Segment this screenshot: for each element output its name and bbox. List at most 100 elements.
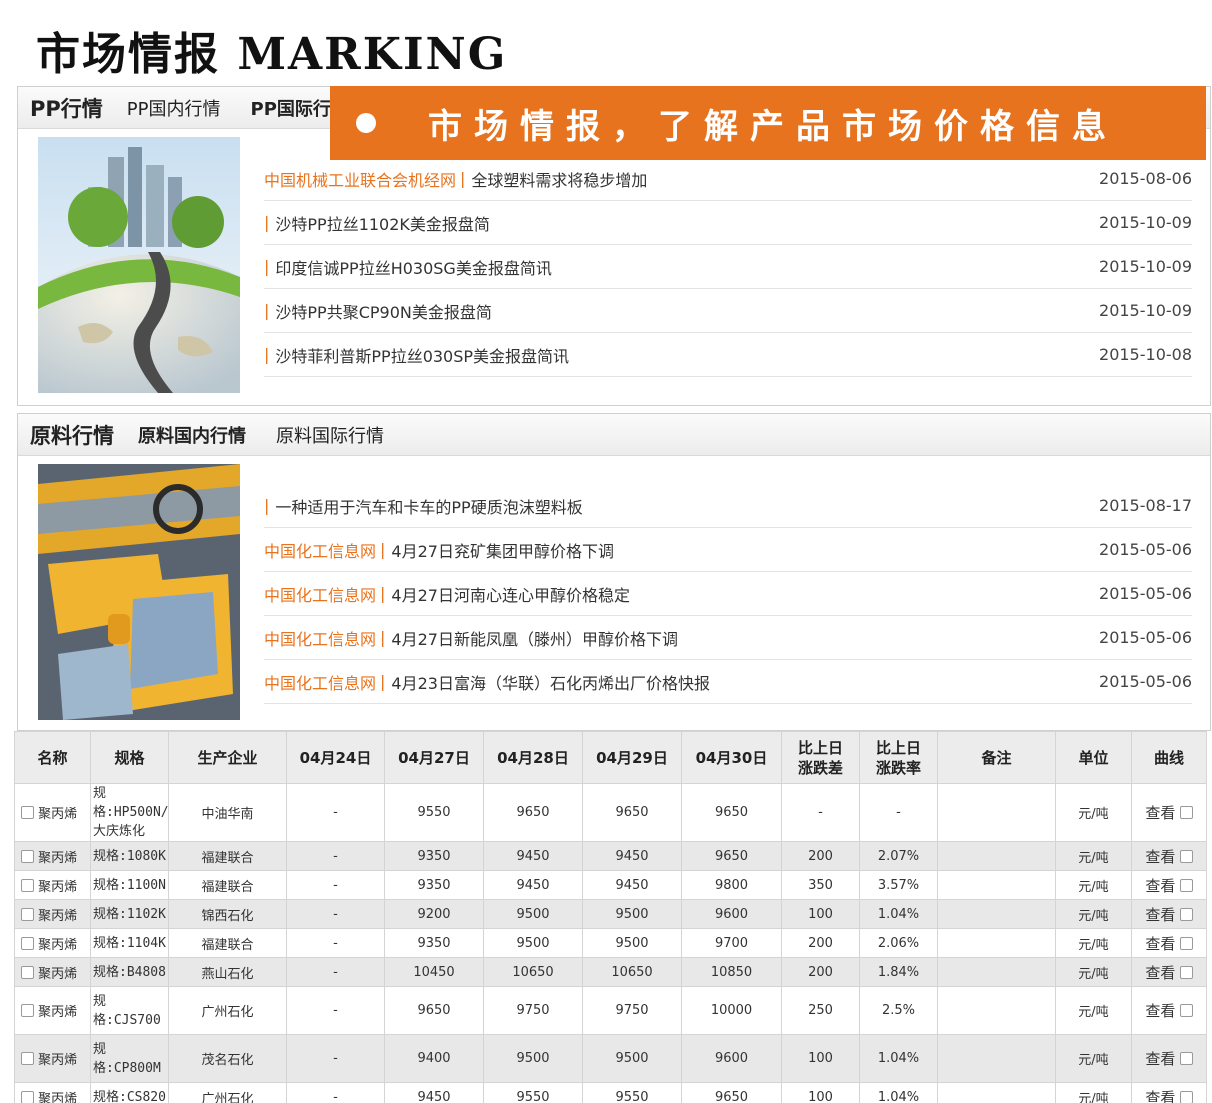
- d27-cell: 9350: [384, 870, 484, 900]
- news-title[interactable]: 印度信诚PP拉丝H030SG美金报盘简讯: [275, 255, 1089, 279]
- list-item[interactable]: 中国化工信息网 | 4月23日富海（华联）石化丙烯出厂价格快报 2015-05-…: [264, 660, 1192, 704]
- view-curve-link[interactable]: 查看: [1145, 964, 1175, 982]
- curve-checkbox[interactable]: [1179, 1052, 1193, 1065]
- d24-cell: -: [286, 841, 385, 871]
- row-checkbox[interactable]: [21, 849, 34, 863]
- curve-cell: 查看: [1131, 1034, 1207, 1083]
- list-item[interactable]: 中国化工信息网 | 4月27日兖矿集团甲醇价格下调 2015-05-06: [264, 528, 1192, 572]
- row-checkbox[interactable]: [21, 1090, 34, 1103]
- list-item[interactable]: | 一种适用于汽车和卡车的PP硬质泡沫塑料板 2015-08-17: [264, 484, 1192, 528]
- header-line: 比上日: [875, 738, 921, 757]
- news-source[interactable]: 中国化工信息网: [264, 670, 376, 694]
- news-title[interactable]: 4月27日兖矿集团甲醇价格下调: [391, 538, 1089, 562]
- d28-cell: 9450: [483, 870, 583, 900]
- list-item[interactable]: | 沙特PP共聚CP90N美金报盘简 2015-10-09: [264, 289, 1192, 333]
- curve-checkbox[interactable]: [1179, 1004, 1193, 1017]
- diff-cell: 100: [781, 1034, 860, 1083]
- curve-checkbox[interactable]: [1179, 907, 1193, 921]
- unit-cell: 元/吨: [1055, 783, 1132, 842]
- row-checkbox[interactable]: [21, 1004, 34, 1017]
- row-checkbox[interactable]: [21, 878, 34, 892]
- view-curve-link[interactable]: 查看: [1145, 1089, 1175, 1103]
- company-cell: 福建联合: [168, 928, 287, 958]
- news-date: 2015-10-08: [1099, 345, 1192, 364]
- tab-raw-domestic[interactable]: 原料国内行情: [138, 422, 246, 448]
- curve-checkbox[interactable]: [1179, 1090, 1193, 1103]
- row-checkbox[interactable]: [21, 1052, 34, 1065]
- d29-cell: 9750: [582, 986, 682, 1035]
- curve-checkbox[interactable]: [1179, 936, 1193, 950]
- list-item[interactable]: 中国化工信息网 | 4月27日新能凤凰（滕州）甲醇价格下调 2015-05-06: [264, 616, 1192, 660]
- spec-cell: 规格:HP500N/大庆炼化: [90, 783, 169, 842]
- table-row: 聚丙烯 规格:CS820 广州石化 -9450 9550 9550 9650 100 1.04%…: [14, 1082, 1207, 1103]
- tab-pp-market[interactable]: PP行情: [30, 93, 103, 123]
- col-header-note: 备注: [937, 731, 1056, 784]
- news-title[interactable]: 沙特菲利普斯PP拉丝030SP美金报盘简讯: [275, 343, 1089, 367]
- row-checkbox[interactable]: [21, 806, 34, 819]
- company-cell: 燕山石化: [168, 957, 287, 987]
- view-curve-link[interactable]: 查看: [1145, 877, 1175, 895]
- spec-cell: 规格:B4808: [90, 957, 169, 987]
- curve-checkbox[interactable]: [1179, 965, 1193, 979]
- list-item[interactable]: | 沙特菲利普斯PP拉丝030SP美金报盘简讯 2015-10-08: [264, 333, 1192, 377]
- news-source[interactable]: 中国化工信息网: [264, 582, 376, 606]
- d28-cell: 10650: [483, 957, 583, 987]
- note-cell: [937, 1082, 1056, 1103]
- curve-cell: 查看: [1131, 957, 1207, 987]
- d28-cell: 9500: [483, 1034, 583, 1083]
- view-curve-link[interactable]: 查看: [1145, 848, 1175, 866]
- d29-cell: 9500: [582, 899, 682, 929]
- news-title[interactable]: 一种适用于汽车和卡车的PP硬质泡沫塑料板: [275, 494, 1089, 518]
- name-cell: 聚丙烯: [14, 1034, 91, 1083]
- news-title[interactable]: 沙特PP共聚CP90N美金报盘简: [275, 299, 1089, 323]
- view-curve-link[interactable]: 查看: [1145, 1050, 1175, 1068]
- curve-checkbox[interactable]: [1179, 806, 1193, 819]
- d27-cell: 9550: [384, 783, 484, 842]
- d30-cell: 9650: [681, 841, 782, 871]
- curve-checkbox[interactable]: [1179, 849, 1193, 863]
- name-cell: 聚丙烯: [14, 957, 91, 987]
- row-checkbox[interactable]: [21, 907, 34, 921]
- product-name: 聚丙烯: [38, 908, 78, 924]
- news-source[interactable]: 中国机械工业联合会机经网: [264, 167, 456, 191]
- news-title[interactable]: 4月23日富海（华联）石化丙烯出厂价格快报: [391, 670, 1089, 694]
- view-curve-link[interactable]: 查看: [1145, 906, 1175, 924]
- rate-cell: 2.07%: [859, 841, 938, 871]
- news-title[interactable]: 沙特PP拉丝1102K美金报盘简: [275, 211, 1089, 235]
- tab-pp-international[interactable]: PP国际行: [251, 95, 331, 121]
- d30-cell: 9600: [681, 1034, 782, 1083]
- tab-raw-market[interactable]: 原料行情: [30, 420, 114, 450]
- d27-cell: 10450: [384, 957, 484, 987]
- news-title[interactable]: 4月27日河南心连心甲醇价格稳定: [391, 582, 1089, 606]
- news-title[interactable]: 4月27日新能凤凰（滕州）甲醇价格下调: [391, 626, 1089, 650]
- d24-cell: -: [286, 957, 385, 987]
- view-curve-link[interactable]: 查看: [1145, 935, 1175, 953]
- view-curve-link[interactable]: 查看: [1145, 1002, 1175, 1020]
- company-cell: 福建联合: [168, 870, 287, 900]
- list-item[interactable]: 中国化工信息网 | 4月27日河南心连心甲醇价格稳定 2015-05-06: [264, 572, 1192, 616]
- news-source[interactable]: 中国化工信息网: [264, 538, 376, 562]
- product-name: 聚丙烯: [38, 1053, 78, 1068]
- d28-cell: 9500: [483, 899, 583, 929]
- name-cell: 聚丙烯: [14, 783, 91, 842]
- news-title[interactable]: 全球塑料需求将稳步增加: [471, 167, 1089, 191]
- note-cell: [937, 928, 1056, 958]
- product-name: 聚丙烯: [38, 850, 78, 866]
- rate-cell: 1.04%: [859, 1034, 938, 1083]
- d30-cell: 9650: [681, 783, 782, 842]
- list-item[interactable]: | 沙特PP拉丝1102K美金报盘简 2015-10-09: [264, 201, 1192, 245]
- tab-pp-domestic[interactable]: PP国内行情: [127, 95, 221, 121]
- list-item[interactable]: | 印度信诚PP拉丝H030SG美金报盘简讯 2015-10-09: [264, 245, 1192, 289]
- d27-cell: 9650: [384, 986, 484, 1035]
- vehicle-interior-image: [38, 464, 240, 720]
- row-checkbox[interactable]: [21, 965, 34, 979]
- diff-cell: 350: [781, 870, 860, 900]
- row-checkbox[interactable]: [21, 936, 34, 950]
- product-name: 聚丙烯: [38, 1005, 78, 1020]
- news-source[interactable]: 中国化工信息网: [264, 626, 376, 650]
- tab-raw-international[interactable]: 原料国际行情: [276, 422, 384, 448]
- list-item[interactable]: 中国机械工业联合会机经网 | 全球塑料需求将稳步增加 2015-08-06: [264, 157, 1192, 201]
- name-cell: 聚丙烯: [14, 928, 91, 958]
- curve-checkbox[interactable]: [1179, 878, 1193, 892]
- view-curve-link[interactable]: 查看: [1145, 804, 1175, 822]
